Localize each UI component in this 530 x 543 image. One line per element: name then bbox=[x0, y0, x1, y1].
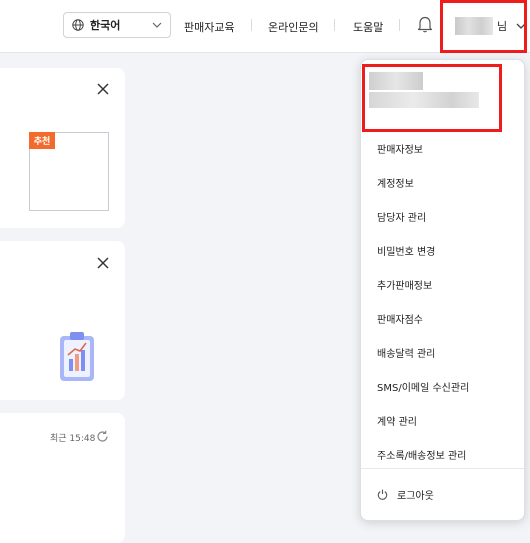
menu-item-change-password[interactable]: 비밀번호 변경 bbox=[377, 243, 435, 258]
menu-item-contract[interactable]: 계약 관리 bbox=[377, 413, 417, 428]
recommend-badge: 추천 bbox=[29, 132, 55, 149]
globe-icon bbox=[72, 19, 84, 31]
nav-divider bbox=[399, 19, 400, 31]
nav-divider bbox=[251, 19, 252, 31]
nav-link-seller-education[interactable]: 판매자교육 bbox=[184, 19, 235, 35]
power-icon bbox=[377, 489, 388, 500]
bell-icon[interactable] bbox=[417, 15, 433, 33]
menu-item-delivery-calendar[interactable]: 배송달력 관리 bbox=[377, 345, 435, 360]
logout-label: 로그아웃 bbox=[397, 491, 434, 502]
language-label: 한국어 bbox=[90, 19, 121, 32]
logout-button[interactable]: 로그아웃 bbox=[377, 487, 434, 502]
close-icon[interactable] bbox=[97, 257, 109, 269]
chevron-down-icon bbox=[152, 22, 162, 28]
nav-link-help[interactable]: 도움말 bbox=[353, 19, 383, 35]
updated-time: 최근 15:48 bbox=[50, 434, 96, 444]
menu-item-seller-score[interactable]: 판매자점수 bbox=[377, 311, 423, 326]
user-menu-highlight bbox=[440, 0, 527, 53]
menu-item-manager[interactable]: 담당자 관리 bbox=[377, 209, 426, 224]
menu-item-seller-info[interactable]: 판매자정보 bbox=[377, 141, 423, 156]
menu-divider bbox=[361, 468, 524, 469]
refresh-icon[interactable] bbox=[96, 430, 109, 443]
menu-item-account-info[interactable]: 계정정보 bbox=[377, 175, 414, 190]
menu-item-address-book[interactable]: 주소록/배송정보 관리 bbox=[377, 447, 466, 462]
language-select[interactable]: 한국어 bbox=[63, 12, 171, 38]
close-icon[interactable] bbox=[97, 83, 109, 95]
menu-item-sms-email-settings[interactable]: SMS/이메일 수신관리 bbox=[377, 379, 469, 394]
menu-item-additional-sales-info[interactable]: 추가판매정보 bbox=[377, 277, 432, 292]
clipboard-chart-icon bbox=[60, 332, 94, 381]
nav-divider bbox=[334, 19, 335, 31]
nav-link-online-inquiry[interactable]: 온라인문의 bbox=[268, 19, 319, 35]
account-info-highlight bbox=[362, 64, 502, 132]
